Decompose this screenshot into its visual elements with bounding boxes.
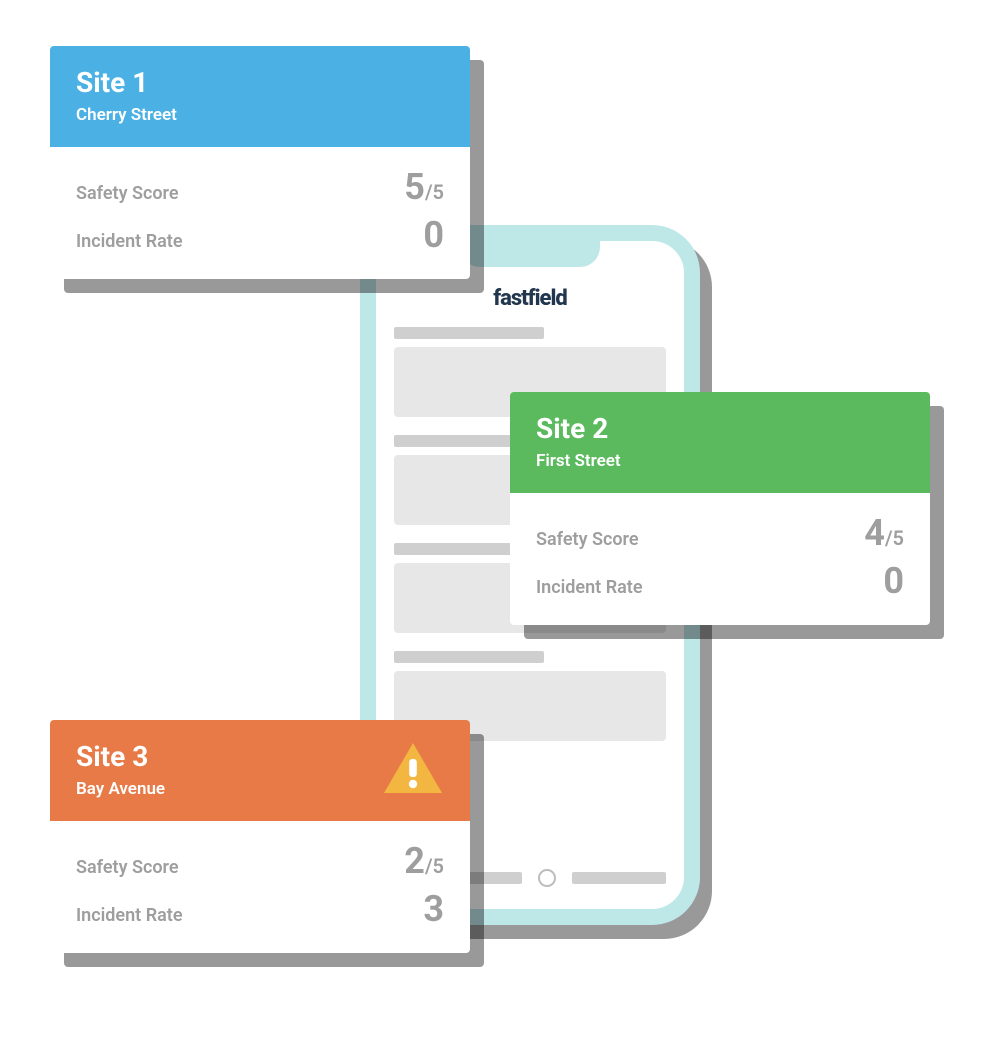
stat-label: Safety Score [76, 183, 179, 204]
phone-notch [460, 239, 600, 267]
stat-row: Incident Rate 0 [536, 563, 904, 599]
site-card-1: Site 1 Cherry Street Safety Score 5/5 In… [50, 46, 470, 279]
card-subtitle: Cherry Street [76, 105, 444, 125]
stat-label: Safety Score [536, 529, 639, 550]
stat-label: Incident Rate [536, 577, 643, 598]
card-body: Safety Score 4/5 Incident Rate 0 [510, 493, 930, 625]
stat-value: 0 [883, 560, 904, 602]
stat-value: 0 [423, 214, 444, 256]
stat-label: Incident Rate [76, 905, 183, 926]
stat-row: Incident Rate 0 [76, 217, 444, 253]
stat-row: Safety Score 5/5 [76, 169, 444, 205]
stat-label: Safety Score [76, 857, 179, 878]
stat-suffix: /5 [425, 854, 444, 878]
stat-suffix: /5 [425, 180, 444, 204]
stat-value-wrap: 0 [423, 217, 444, 253]
site-card-2: Site 2 First Street Safety Score 4/5 Inc… [510, 392, 930, 625]
card-subtitle: First Street [536, 451, 904, 471]
stat-value: 4 [864, 512, 885, 554]
stat-row: Incident Rate 3 [76, 891, 444, 927]
warning-icon [382, 741, 444, 801]
card-header: Site 2 First Street [510, 392, 930, 493]
stat-label: Incident Rate [76, 231, 183, 252]
stat-value-wrap: 5/5 [404, 169, 444, 205]
stat-value: 2 [404, 840, 425, 882]
card-title: Site 1 [76, 66, 444, 99]
stage: fastfield [0, 0, 987, 1040]
stat-value: 5 [404, 166, 425, 208]
stat-row: Safety Score 4/5 [536, 515, 904, 551]
card-title: Site 2 [536, 412, 904, 445]
stat-value-wrap: 0 [883, 563, 904, 599]
stat-suffix: /5 [885, 526, 904, 550]
site-card-3: Site 3 Bay Avenue Safety Score 2/5 Incid… [50, 720, 470, 953]
stat-value: 3 [423, 888, 444, 930]
stat-value-wrap: 4/5 [864, 515, 904, 551]
card-body: Safety Score 5/5 Incident Rate 0 [50, 147, 470, 279]
stat-row: Safety Score 2/5 [76, 843, 444, 879]
card-header: Site 1 Cherry Street [50, 46, 470, 147]
stat-value-wrap: 2/5 [404, 843, 444, 879]
card-header: Site 3 Bay Avenue [50, 720, 470, 821]
brand-logo: fastfield [394, 286, 666, 311]
stat-value-wrap: 3 [423, 891, 444, 927]
radio-icon [538, 869, 556, 887]
card-body: Safety Score 2/5 Incident Rate 3 [50, 821, 470, 953]
